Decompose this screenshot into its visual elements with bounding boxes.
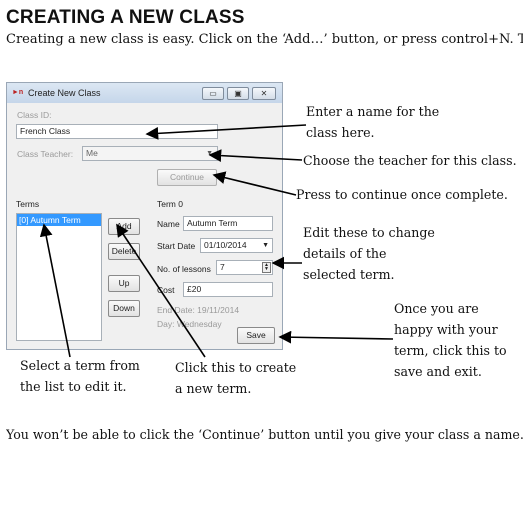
arrow-to-terms-list bbox=[39, 223, 71, 358]
arrow-to-save bbox=[278, 330, 394, 344]
arrow-to-teacher bbox=[208, 149, 303, 162]
body-paragraph: You won’t be able to click the ‘Continue… bbox=[6, 427, 523, 442]
arrow-to-class-id bbox=[145, 124, 307, 140]
arrow-to-add bbox=[116, 223, 206, 358]
arrow-to-continue bbox=[212, 171, 297, 196]
